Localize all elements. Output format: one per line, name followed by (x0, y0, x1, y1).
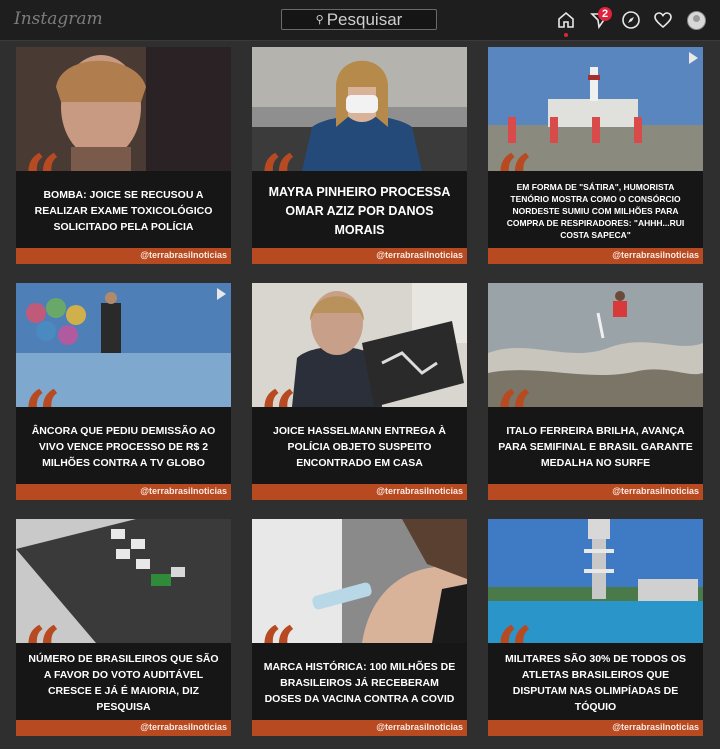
post-footer: @terrabrasilnoticias (252, 248, 467, 264)
post-headline: JOICE HASSELMANN ENTREGA À POLÍCIA OBJET… (273, 425, 446, 469)
post-headline: MILITARES SÃO 30% DE TODOS OS ATLETAS BR… (504, 653, 687, 713)
post-footer: @terrabrasilnoticias (252, 484, 467, 500)
post-card-2[interactable]: “ MAYRA PINHEIRO PROCESSA OMAR AZIZ POR … (252, 47, 467, 264)
top-navigation-bar: Instagram ⚲ Pesquisar 2 (0, 0, 720, 41)
post-footer: @terrabrasilnoticias (16, 720, 231, 736)
post-handle: @terrabrasilnoticias (376, 250, 463, 260)
post-handle: @terrabrasilnoticias (376, 486, 463, 496)
post-handle: @terrabrasilnoticias (612, 250, 699, 260)
post-footer: @terrabrasilnoticias (16, 248, 231, 264)
search-icon: ⚲ (315, 14, 324, 26)
post-headline: NÚMERO DE BRASILEIROS QUE SÃO A FAVOR DO… (28, 653, 219, 713)
post-footer: @terrabrasilnoticias (488, 720, 703, 736)
heart-icon[interactable] (653, 10, 673, 30)
home-icon[interactable] (556, 10, 576, 30)
post-headline: EM FORMA DE "SÁTIRA", HUMORISTA TENÓRIO … (506, 182, 685, 240)
post-footer: @terrabrasilnoticias (252, 720, 467, 736)
post-footer: @terrabrasilnoticias (488, 484, 703, 500)
search-placeholder: Pesquisar (326, 9, 403, 29)
post-handle: @terrabrasilnoticias (140, 722, 227, 732)
instagram-logo[interactable]: Instagram (14, 9, 103, 29)
post-handle: @terrabrasilnoticias (612, 486, 699, 496)
post-headline: ÂNCORA QUE PEDIU DEMISSÃO AO VIVO VENCE … (31, 425, 216, 469)
video-indicator-icon (689, 52, 698, 64)
post-card-8[interactable]: “ MARCA HISTÓRICA: 100 MILHÕES DE BRASIL… (252, 519, 467, 736)
post-handle: @terrabrasilnoticias (140, 486, 227, 496)
post-card-3[interactable]: “ EM FORMA DE "SÁTIRA", HUMORISTA TENÓRI… (488, 47, 703, 264)
post-headline: ITALO FERREIRA BRILHA, AVANÇA PARA SEMIF… (498, 425, 693, 469)
post-handle: @terrabrasilnoticias (376, 722, 463, 732)
direct-badge: 2 (598, 7, 612, 21)
post-card-7[interactable]: “ NÚMERO DE BRASILEIROS QUE SÃO A FAVOR … (16, 519, 231, 736)
post-card-4[interactable]: “ ÂNCORA QUE PEDIU DEMISSÃO AO VIVO VENC… (16, 283, 231, 500)
post-card-9[interactable]: “ MILITARES SÃO 30% DE TODOS OS ATLETAS … (488, 519, 703, 736)
post-card-5[interactable]: “ JOICE HASSELMANN ENTREGA À POLÍCIA OBJ… (252, 283, 467, 500)
explore-icon[interactable] (621, 10, 641, 30)
post-footer: @terrabrasilnoticias (16, 484, 231, 500)
post-headline: MARCA HISTÓRICA: 100 MILHÕES DE BRASILEI… (263, 661, 456, 705)
post-card-1[interactable]: “ BOMBA: JOICE SE RECUSOU A REALIZAR EXA… (16, 47, 231, 264)
post-card-6[interactable]: “ ITALO FERREIRA BRILHA, AVANÇA PARA SEM… (488, 283, 703, 500)
video-indicator-icon (217, 288, 226, 300)
post-headline: BOMBA: JOICE SE RECUSOU A REALIZAR EXAME… (34, 189, 213, 233)
post-footer: @terrabrasilnoticias (488, 248, 703, 264)
home-active-dot (564, 33, 568, 37)
post-handle: @terrabrasilnoticias (612, 722, 699, 732)
post-headline: MAYRA PINHEIRO PROCESSA OMAR AZIZ POR DA… (268, 184, 451, 237)
search-input[interactable]: ⚲ Pesquisar (281, 9, 437, 30)
avatar[interactable] (687, 11, 706, 30)
post-handle: @terrabrasilnoticias (140, 250, 227, 260)
